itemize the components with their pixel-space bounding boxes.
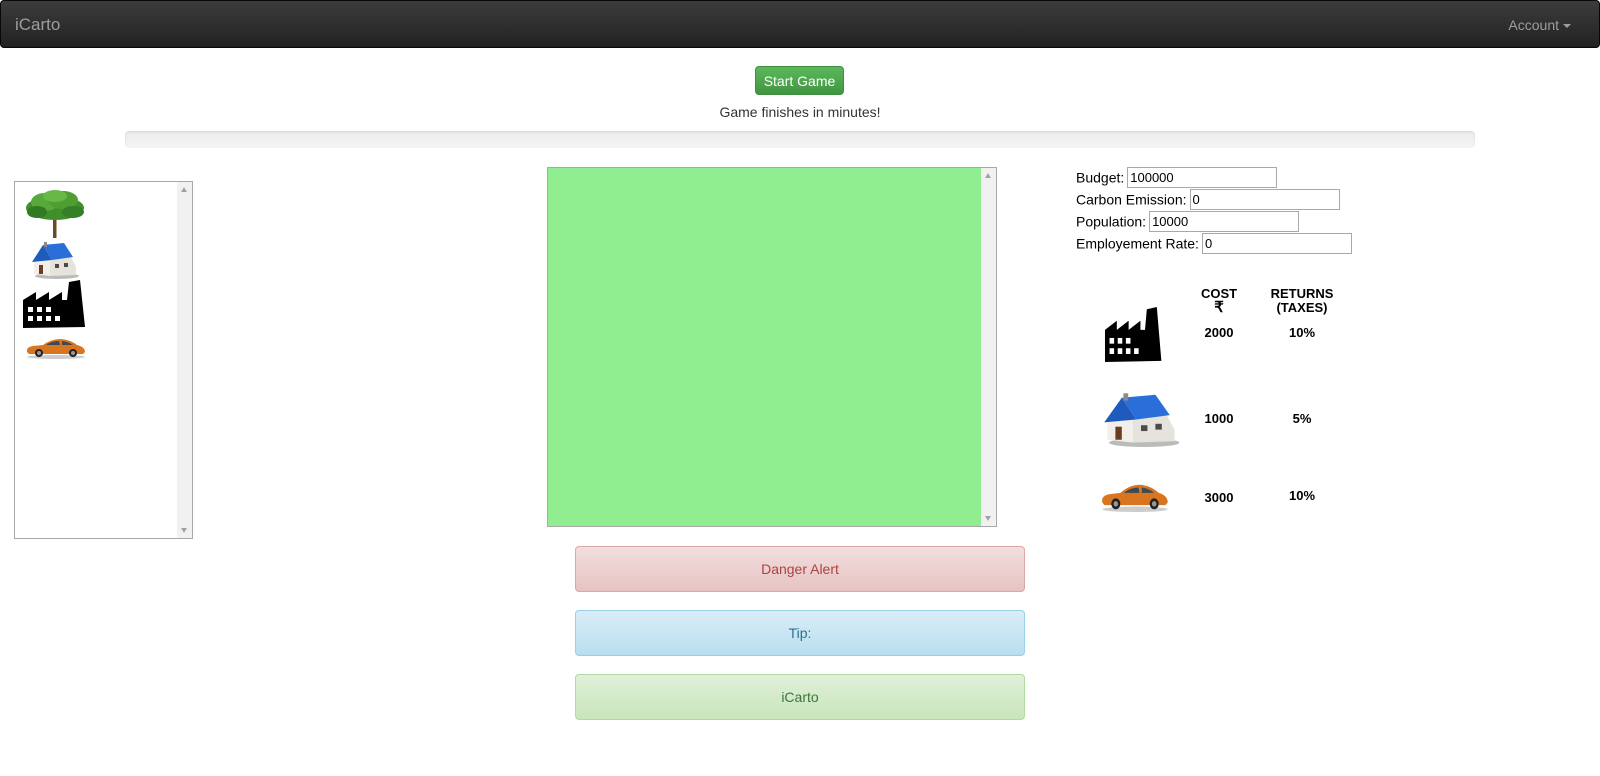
employment-rate-label: Employement Rate: [1076, 235, 1199, 252]
game-board[interactable] [547, 167, 997, 527]
employment-row: Employement Rate: [1076, 233, 1352, 254]
factory-icon [23, 280, 85, 328]
carbon-row: Carbon Emission: [1076, 189, 1340, 210]
tip-alert: Tip: [575, 610, 1025, 656]
car-icon [1102, 484, 1168, 512]
returns-header: RETURNS (TAXES) [1262, 287, 1342, 315]
employment-rate-input[interactable] [1201, 233, 1352, 254]
brand-link[interactable]: iCarto [15, 15, 60, 35]
rupee-icon: ₹ [1214, 299, 1224, 316]
table-cell-returns: 5% [1292, 411, 1312, 426]
population-label: Population: [1076, 213, 1147, 230]
carbon-emission-input[interactable] [1189, 189, 1340, 210]
tree-icon [26, 190, 84, 238]
returns-header-sub: (TAXES) [1276, 300, 1328, 315]
table-cell-returns: 10% [1288, 325, 1316, 340]
table-cell-cost: 2000 [1204, 325, 1234, 340]
budget-label: Budget: [1076, 169, 1125, 186]
caret-down-icon [1563, 24, 1571, 29]
carbon-emission-label: Carbon Emission: [1076, 191, 1187, 208]
scroll-down-icon[interactable] [181, 528, 187, 533]
house-icon [32, 242, 79, 279]
item-palette[interactable] [14, 181, 193, 539]
returns-header-label: RETURNS [1270, 286, 1334, 301]
budget-input[interactable] [1127, 167, 1278, 188]
scroll-up-icon[interactable] [985, 173, 991, 178]
account-label: Account [1508, 17, 1559, 33]
table-cell-cost: 1000 [1204, 411, 1234, 426]
game-progress-bar [125, 131, 1475, 148]
success-alert: iCarto [575, 674, 1025, 720]
navbar: iCarto Account [0, 0, 1600, 48]
scroll-up-icon[interactable] [181, 187, 187, 192]
start-game-button[interactable]: Start Game [755, 66, 844, 95]
population-row: Population: [1076, 211, 1300, 232]
palette-item-house[interactable] [30, 239, 80, 282]
game-timer-text: Game finishes in minutes! [719, 104, 881, 120]
game-board-canvas[interactable] [548, 168, 981, 526]
scroll-down-icon[interactable] [985, 516, 991, 521]
budget-row: Budget: [1076, 167, 1278, 188]
palette-item-factory[interactable] [23, 280, 89, 331]
account-dropdown[interactable]: Account [1508, 17, 1571, 33]
palette-item-car[interactable] [25, 337, 87, 362]
cost-header: COST ₹ [1179, 287, 1259, 316]
palette-item-tree[interactable] [23, 190, 87, 241]
board-scrollbar[interactable] [981, 168, 996, 526]
table-cell-returns: 10% [1288, 488, 1316, 503]
table-cell-cost: 3000 [1204, 490, 1234, 505]
population-input[interactable] [1149, 211, 1300, 232]
table-row-factory-icon [1105, 307, 1165, 365]
palette-scrollbar[interactable] [177, 182, 192, 538]
table-row-car-icon [1100, 482, 1170, 515]
car-icon [26, 339, 85, 359]
table-row-house-icon [1101, 389, 1181, 450]
house-icon [1104, 393, 1180, 447]
danger-alert: Danger Alert [575, 546, 1025, 592]
factory-icon [1105, 307, 1162, 362]
